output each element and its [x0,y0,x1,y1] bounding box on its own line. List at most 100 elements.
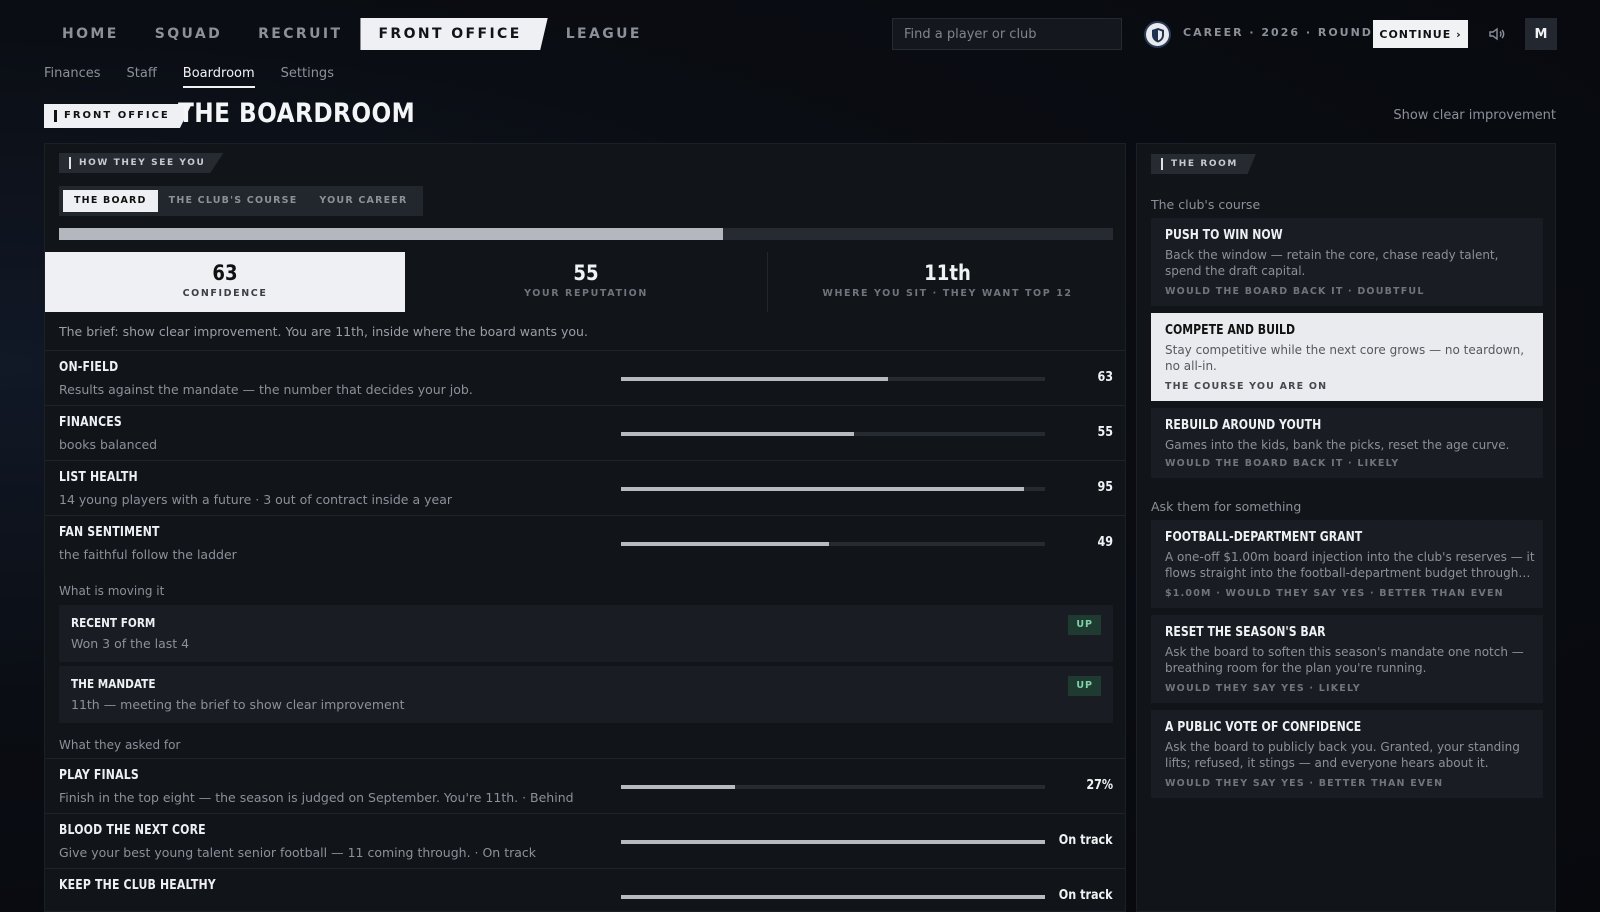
view-tabs: THE BOARD THE CLUB'S COURSE YOUR CAREER [59,186,423,216]
trend-badge: UP [1068,615,1101,635]
ask-value: 27% [1086,778,1113,793]
career-status: CAREER · 2026 · ROUND 10 [1183,26,1399,39]
stat-value: 11th [924,261,971,285]
ask-name: KEEP THE CLUB HEALTHY [59,878,216,893]
ask-value: On track [1059,888,1113,903]
metric-name: FAN SENTIMENT [59,525,160,540]
stat-label: WHERE YOU SIT · THEY WANT TOP 12 [822,288,1073,299]
sound-icon[interactable] [1486,23,1508,45]
metric-desc: the faithful follow the ladder [59,547,237,562]
tab-clubs-course[interactable]: THE CLUB'S COURSE [158,190,309,212]
card-title: FOOTBALL-DEPARTMENT GRANT [1165,530,1363,545]
stat-value: 63 [212,261,238,285]
card-meta: WOULD THE BOARD BACK IT · DOUBTFUL [1165,286,1425,297]
ask-row-blood-next-core: BLOOD THE NEXT CORE Give your best young… [45,813,1125,868]
request-football-department-grant[interactable]: FOOTBALL-DEPARTMENT GRANT A one-off $1.0… [1151,520,1543,608]
subnav-settings[interactable]: Settings [281,66,334,88]
subnav-staff[interactable]: Staff [127,66,157,88]
search-input[interactable] [892,18,1122,50]
card-desc: Stay competitive while the next core gro… [1165,343,1525,373]
stat-ladder-position: 11th WHERE YOU SIT · THEY WANT TOP 12 [767,252,1125,312]
nav-front-office[interactable]: FRONT OFFICE [360,18,548,50]
metric-row-on-field: ON-FIELD Results against the mandate — t… [45,350,1125,405]
driver-desc: 11th — meeting the brief to show clear i… [71,697,405,712]
ask-label: Ask them for something [1151,499,1302,514]
card-desc: Games into the kids, bank the picks, res… [1165,438,1510,452]
metric-value: 49 [1097,535,1113,550]
metric-bar [621,487,1045,491]
nav-recruit[interactable]: RECRUIT [240,18,360,50]
trend-badge: UP [1068,676,1101,696]
subnav-finances[interactable]: Finances [44,66,101,88]
course-label: The club's course [1151,197,1261,212]
metric-bar [621,542,1045,546]
nav-squad[interactable]: SQUAD [137,18,240,50]
course-option-push-to-win[interactable]: PUSH TO WIN NOW Back the window — retain… [1151,218,1543,306]
confidence-progress-bar [59,228,1113,240]
metric-name: LIST HEALTH [59,470,138,485]
front-office-subnav: Finances Staff Boardroom Settings [44,66,360,88]
metric-bar-fill [621,542,829,546]
metric-value: 95 [1097,480,1113,495]
driver-recent-form: RECENT FORM Won 3 of the last 4 UP [59,605,1113,662]
moving-label: What is moving it [59,584,165,598]
nav-home[interactable]: HOME [44,18,137,50]
metric-list: ON-FIELD Results against the mandate — t… [45,350,1125,570]
card-desc: Ask the board to soften this season's ma… [1165,645,1524,675]
ask-value: On track [1059,833,1113,848]
request-public-vote-of-confidence[interactable]: A PUBLIC VOTE OF CONFIDENCE Ask the boar… [1151,710,1543,798]
card-desc: A one-off $1.00m board injection into th… [1165,550,1535,580]
subnav-boardroom[interactable]: Boardroom [182,66,255,88]
card-desc: Ask the board to publicly back you. Gran… [1165,740,1520,770]
tab-your-career[interactable]: YOUR CAREER [308,190,418,212]
course-option-rebuild-around-youth[interactable]: REBUILD AROUND YOUTH Games into the kids… [1151,408,1543,478]
asked-label: What they asked for [59,738,181,752]
card-meta: $1.00M · WOULD THEY SAY YES · BETTER THA… [1165,588,1504,599]
metric-bar-fill [621,432,855,436]
metric-bar-fill [621,377,889,381]
ask-bar-fill [621,895,1045,899]
card-title: PUSH TO WIN NOW [1165,228,1283,243]
metric-name: ON-FIELD [59,360,119,375]
ask-name: PLAY FINALS [59,768,139,783]
stat-confidence: 63 CONFIDENCE [45,252,405,312]
metric-row-fan-sentiment: FAN SENTIMENT the faithful follow the la… [45,515,1125,570]
how-they-see-you-tag: HOW THEY SEE YOU [59,153,224,173]
metric-row-list-health: LIST HEALTH 14 young players with a futu… [45,460,1125,515]
metric-value: 63 [1097,370,1113,385]
card-meta: WOULD THE BOARD BACK IT · LIKELY [1165,458,1400,469]
card-title: RESET THE SEASON'S BAR [1165,625,1326,640]
club-crest-icon [1144,21,1171,48]
card-title: A PUBLIC VOTE OF CONFIDENCE [1165,720,1362,735]
ask-row-keep-club-healthy: KEEP THE CLUB HEALTHY On track [45,868,1125,911]
the-room-tag: THE ROOM [1151,154,1256,174]
ask-bar [621,895,1045,899]
course-option-compete-and-build[interactable]: COMPETE AND BUILD Stay competitive while… [1151,313,1543,401]
stat-label: CONFIDENCE [182,288,268,299]
driver-name: RECENT FORM [71,615,156,630]
ask-bar [621,785,1045,789]
stats-row: 63 CONFIDENCE 55 YOUR REPUTATION 11th WH… [45,252,1125,312]
stat-label: YOUR REPUTATION [524,288,648,299]
main-nav: HOME SQUAD RECRUIT FRONT OFFICE LEAGUE [44,18,660,50]
ask-bar-fill [621,840,1045,844]
metric-name: FINANCES [59,415,122,430]
nav-league[interactable]: LEAGUE [548,18,660,50]
mandate-summary: Show clear improvement [1393,108,1556,123]
how-they-see-you-panel: HOW THEY SEE YOU THE BOARD THE CLUB'S CO… [44,143,1126,912]
card-title: REBUILD AROUND YOUTH [1165,418,1322,433]
continue-button[interactable]: CONTINUE › [1373,20,1468,48]
card-desc: Back the window — retain the core, chase… [1165,248,1499,278]
board-brief: The brief: show clear improvement. You a… [59,324,588,339]
tab-the-board[interactable]: THE BOARD [63,190,158,212]
ask-desc: Finish in the top eight — the season is … [59,790,574,805]
confidence-progress-fill [59,228,724,240]
metric-desc: 14 young players with a future · 3 out o… [59,492,452,507]
request-reset-season-bar[interactable]: RESET THE SEASON'S BAR Ask the board to … [1151,615,1543,703]
driver-desc: Won 3 of the last 4 [71,636,190,651]
driver-name: THE MANDATE [71,676,156,691]
avatar[interactable]: M [1525,18,1557,50]
the-room-panel: THE ROOM The club's course PUSH TO WIN N… [1136,143,1556,912]
ask-bar-fill [621,785,736,789]
metric-desc: Results against the mandate — the number… [59,382,473,397]
